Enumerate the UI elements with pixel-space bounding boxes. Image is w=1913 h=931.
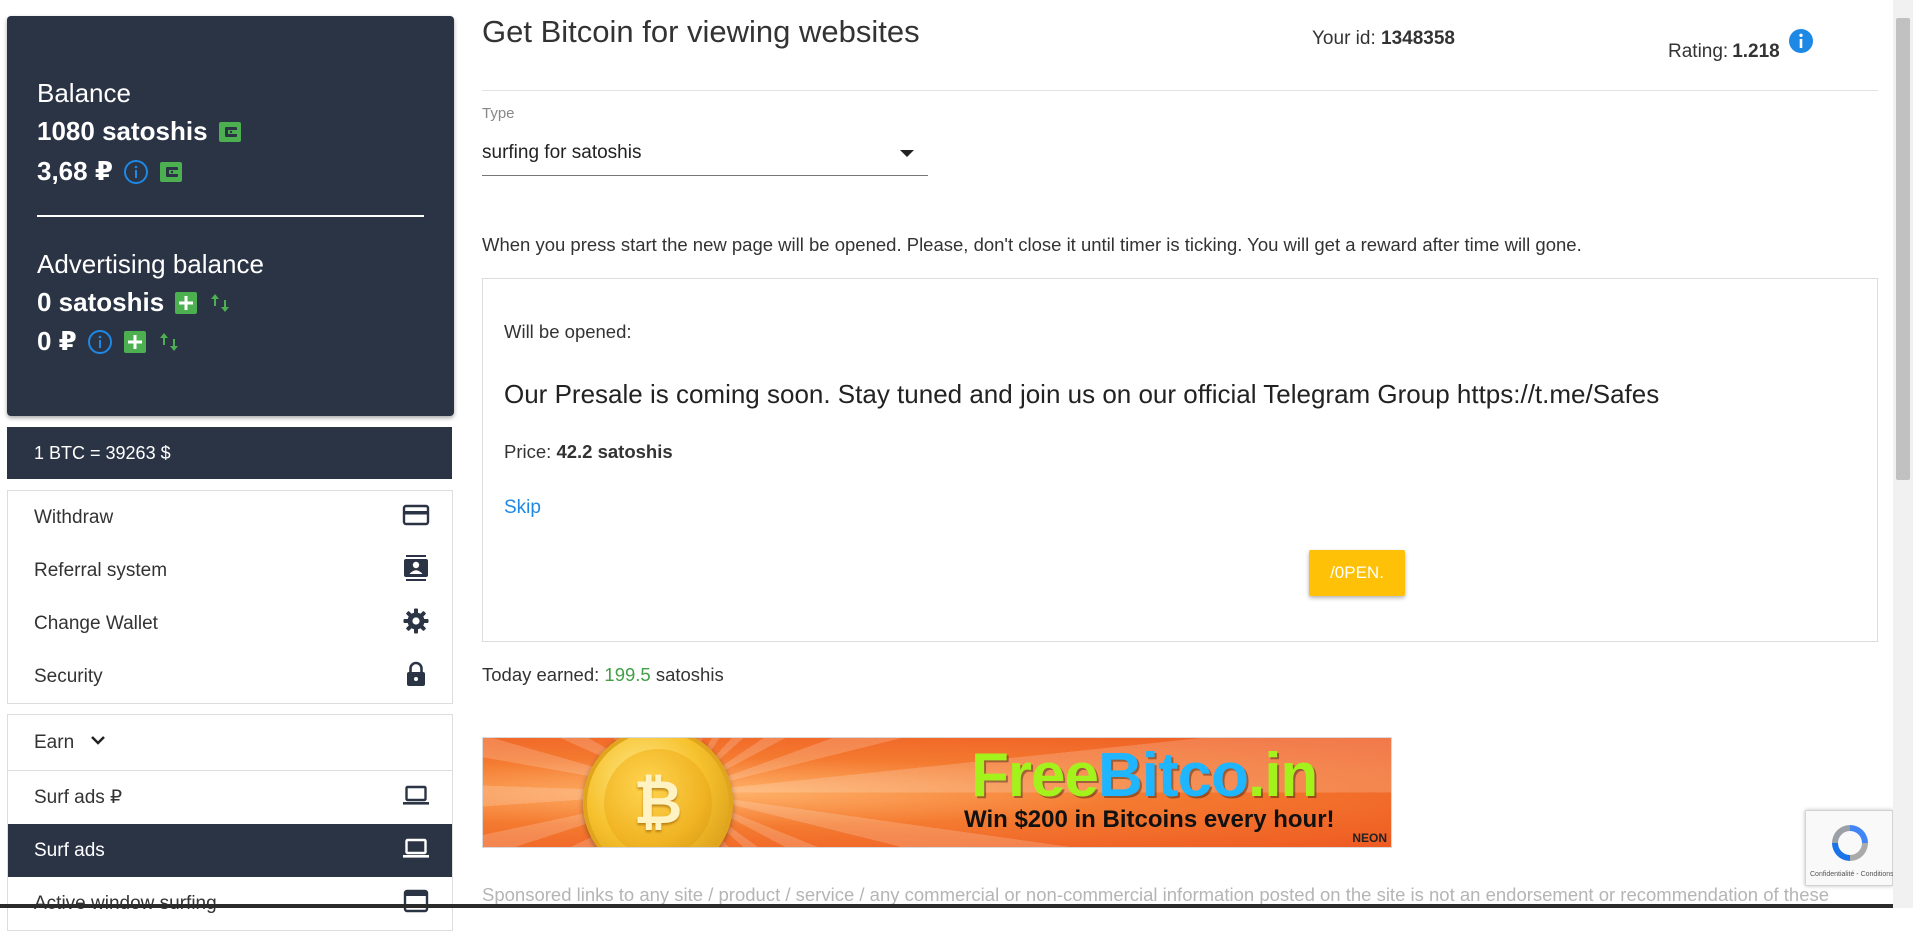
- banner-logo: FreeBitco.in: [971, 741, 1318, 810]
- sidebar-item-referral-system[interactable]: Referral system: [8, 544, 452, 597]
- header-divider: [482, 90, 1878, 91]
- balance-rub-value: 3,68 ₽: [37, 156, 113, 186]
- credit-card-icon: [402, 501, 430, 535]
- user-id-label: Your id:: [1312, 28, 1376, 49]
- freebitcoin-banner[interactable]: ₿ FreeBitco.in Win $200 in Bitcoins ever…: [482, 737, 1392, 848]
- btc-rate: 1 BTC = 39263 $: [34, 442, 171, 463]
- btc-rate-bar: 1 BTC = 39263 $: [7, 427, 452, 479]
- advertising-satoshis: 0 satoshis: [37, 287, 232, 318]
- type-label: Type: [482, 105, 515, 122]
- recaptcha-icon: [1832, 825, 1868, 861]
- sidebar-item-change-wallet[interactable]: Change Wallet: [8, 597, 452, 650]
- balance-divider: [37, 215, 424, 217]
- lock-icon: [402, 660, 430, 694]
- price: Price: 42.2 satoshis: [504, 441, 673, 463]
- balance-card: Balance 1080 satoshis 3,68 ₽ Advertising…: [7, 16, 454, 416]
- user-id-value: 1348358: [1381, 28, 1455, 49]
- recaptcha-badge[interactable]: Confidentialité - Conditions: [1805, 810, 1894, 886]
- advertising-balance-title: Advertising balance: [37, 249, 264, 279]
- add-icon[interactable]: [123, 330, 147, 354]
- sidebar-item-surf-ads-rub[interactable]: Surf ads ₽: [8, 771, 452, 824]
- advertising-rub: 0 ₽: [37, 326, 181, 357]
- advertising-rub-value: 0 ₽: [37, 326, 77, 356]
- price-value: 42.2 satoshis: [556, 441, 673, 462]
- user-id: Your id: 1348358: [1312, 28, 1455, 50]
- account-menu: Withdraw Referral system Change Wallet S…: [7, 490, 453, 704]
- info-icon[interactable]: [1788, 28, 1814, 60]
- site-title: Our Presale is coming soon. Stay tuned a…: [504, 379, 1660, 409]
- today-earned-unit: satoshis: [655, 664, 724, 685]
- recaptcha-footer[interactable]: Confidentialité - Conditions: [1810, 871, 1894, 878]
- swap-vertical-icon[interactable]: [157, 330, 181, 354]
- sidebar-item-label: Withdraw: [34, 506, 114, 528]
- balance-satoshis: 1080 satoshis: [37, 116, 242, 147]
- rating-value: 1.218: [1732, 41, 1780, 62]
- sidebar-item-label: Change Wallet: [34, 612, 158, 634]
- today-earned-label: Today earned:: [482, 664, 600, 685]
- info-icon[interactable]: [123, 159, 149, 185]
- gear-icon: [402, 607, 430, 641]
- banner-badge: NEON: [1352, 831, 1387, 845]
- rating: Rating: 1.218: [1668, 29, 1814, 68]
- swap-vertical-icon[interactable]: [208, 291, 232, 315]
- instructions-text: When you press start the new page will b…: [482, 234, 1582, 255]
- bitcoin-coin-icon: ₿: [583, 738, 733, 847]
- banner-tagline: Win $200 in Bitcoins every hour!: [964, 806, 1335, 833]
- caret-down-icon: [900, 149, 914, 157]
- balance-title: Balance: [37, 78, 131, 108]
- rating-label: Rating:: [1668, 41, 1729, 62]
- sidebar-item-security[interactable]: Security: [8, 650, 452, 703]
- wallet-icon[interactable]: [218, 120, 242, 144]
- earn-toggle[interactable]: Earn: [8, 715, 452, 771]
- sidebar-item-withdraw[interactable]: Withdraw: [8, 491, 452, 544]
- open-button[interactable]: /0PEN.: [1309, 550, 1405, 596]
- earn-menu: Earn Surf ads ₽ Surf ads Active window s…: [7, 714, 453, 931]
- task-panel: Will be opened: Our Presale is coming so…: [482, 278, 1878, 642]
- sidebar-item-label: Security: [34, 665, 103, 687]
- price-label: Price:: [504, 441, 552, 462]
- sidebar-item-label: Referral system: [34, 559, 168, 581]
- advertising-satoshis-value: 0 satoshis: [37, 287, 165, 317]
- scrollbar-thumb[interactable]: [1896, 18, 1910, 480]
- wallet-icon[interactable]: [159, 160, 183, 184]
- info-icon[interactable]: [87, 329, 113, 355]
- add-icon[interactable]: [174, 291, 198, 315]
- balance-rub: 3,68 ₽: [37, 156, 183, 187]
- sidebar-item-label: Surf ads: [34, 839, 105, 861]
- laptop-icon: [402, 781, 430, 815]
- type-select-value: surfing for satoshis: [482, 142, 642, 163]
- today-earned-value: 199.5: [604, 664, 651, 685]
- sidebar-item-label: Surf ads ₽: [34, 787, 123, 808]
- chevron-down-icon: [88, 730, 108, 756]
- earn-label: Earn: [34, 731, 75, 753]
- balance-satoshis-value: 1080 satoshis: [37, 116, 208, 146]
- contacts-icon: [402, 554, 430, 588]
- will-open-label: Will be opened:: [504, 321, 632, 342]
- bitcoin-symbol-icon: ₿: [604, 749, 712, 847]
- sponsored-disclaimer: Sponsored links to any site / product / …: [482, 884, 1830, 905]
- window-bottom-edge: [0, 904, 1893, 908]
- type-select[interactable]: surfing for satoshis: [482, 131, 928, 176]
- page-title: Get Bitcoin for viewing websites: [482, 14, 920, 49]
- today-earned: Today earned: 199.5 satoshis: [482, 664, 724, 686]
- sidebar-item-surf-ads[interactable]: Surf ads: [8, 824, 452, 877]
- laptop-icon: [402, 834, 430, 868]
- skip-link[interactable]: Skip: [504, 497, 541, 519]
- page-scrollbar[interactable]: [1893, 0, 1913, 908]
